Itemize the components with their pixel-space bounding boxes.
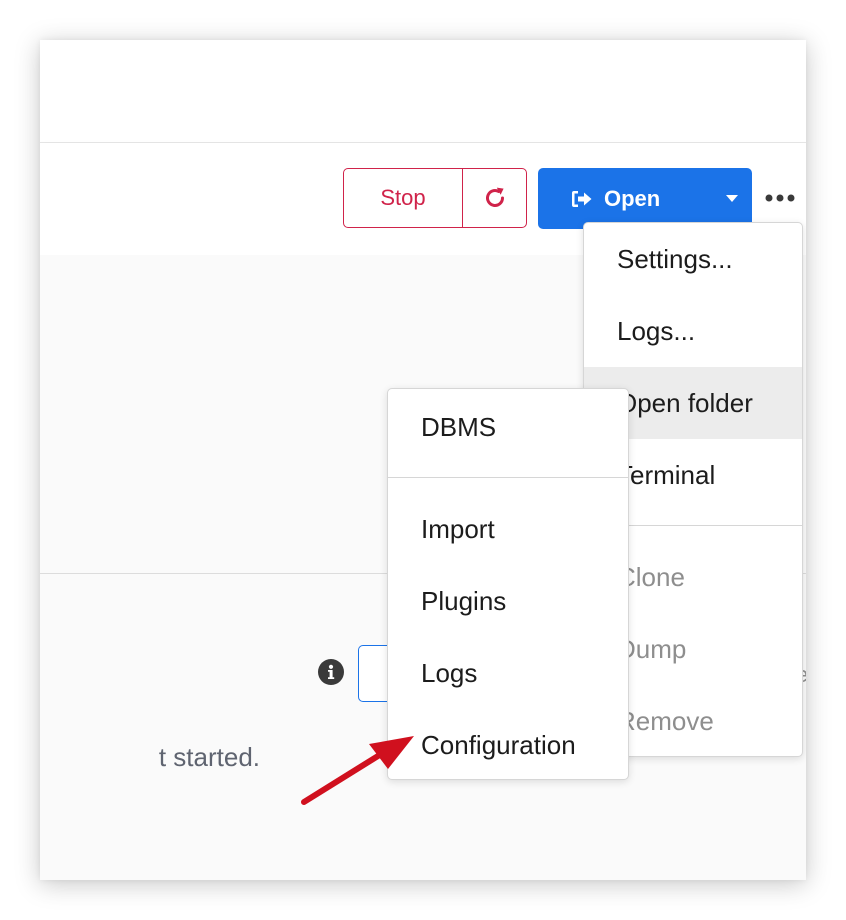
- menu-item-label: Terminal: [617, 459, 716, 490]
- status-text: t started.: [158, 742, 260, 772]
- submenu-item-label: Configuration: [421, 729, 576, 760]
- submenu-item-label: DBMS: [421, 411, 497, 442]
- submenu-item-label: Logs: [421, 657, 478, 688]
- info-icon[interactable]: [318, 659, 344, 685]
- open-button-group: Open: [538, 168, 752, 229]
- open-button-label: Open: [604, 185, 661, 211]
- app-window: Stop Open t started. Settings... Logs...…: [40, 40, 806, 880]
- menu-item-label: Open folder: [617, 387, 753, 418]
- caret-down-icon: [726, 195, 738, 202]
- submenu-item-dbms[interactable]: DBMS: [388, 391, 628, 463]
- menu-item-settings[interactable]: Settings...: [584, 223, 802, 295]
- restart-button[interactable]: [463, 169, 526, 227]
- stop-button-group: Stop: [343, 168, 527, 228]
- open-dropdown-toggle[interactable]: [712, 194, 752, 203]
- more-actions-button[interactable]: [764, 186, 796, 210]
- submenu-item-label: Import: [421, 513, 495, 544]
- restart-icon: [485, 187, 504, 207]
- open-folder-submenu: DBMS Import Plugins Logs Configuration: [387, 388, 629, 780]
- submenu-item-logs[interactable]: Logs: [388, 637, 628, 709]
- menu-item-label: Settings...: [617, 243, 733, 274]
- stop-button[interactable]: Stop: [344, 169, 463, 227]
- menu-item-label: Remove: [617, 705, 714, 736]
- submenu-divider: [388, 477, 628, 478]
- info-glyph: [328, 664, 335, 679]
- stop-button-label: Stop: [380, 185, 426, 210]
- menu-item-label: Logs...: [617, 315, 696, 346]
- sign-in-icon: [572, 190, 592, 207]
- submenu-item-label: Plugins: [421, 585, 507, 616]
- menu-item-logs[interactable]: Logs...: [584, 295, 802, 367]
- submenu-item-plugins[interactable]: Plugins: [388, 565, 628, 637]
- more-horizontal-icon: [765, 194, 795, 202]
- submenu-item-configuration[interactable]: Configuration: [388, 709, 628, 781]
- submenu-item-import[interactable]: Import: [388, 493, 628, 565]
- open-button[interactable]: Open: [538, 186, 712, 212]
